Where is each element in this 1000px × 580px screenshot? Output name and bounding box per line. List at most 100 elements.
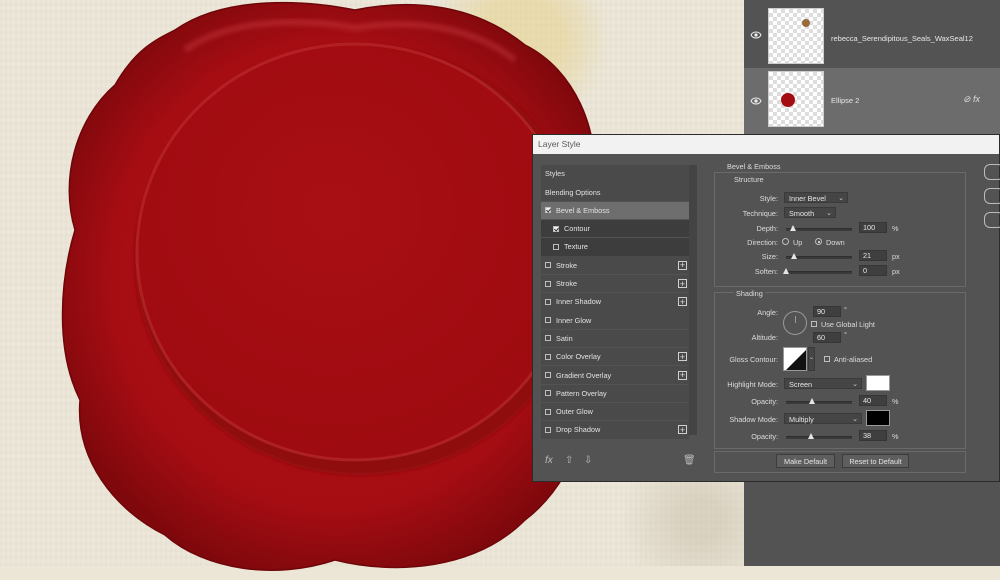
soften-slider-handle[interactable]: [783, 268, 789, 274]
layer-thumbnail: [768, 8, 824, 64]
use-global-light-label: Use Global Light: [821, 320, 875, 329]
size-input[interactable]: 21: [859, 250, 887, 261]
style-item-drop-shadow[interactable]: Drop Shadow +: [541, 421, 689, 439]
highlight-opacity-input[interactable]: 40: [859, 395, 887, 406]
gloss-contour-preview[interactable]: [783, 347, 807, 371]
gloss-contour-dropdown-icon[interactable]: ⌄: [808, 347, 815, 371]
make-default-button[interactable]: Make Default: [776, 454, 835, 468]
angle-input[interactable]: 90: [813, 306, 841, 317]
size-label: Size:: [761, 252, 778, 261]
size-slider-handle[interactable]: [790, 253, 797, 259]
style-item-outer-glow[interactable]: Outer Glow: [541, 402, 689, 421]
style-list-scrollbar[interactable]: [689, 165, 697, 435]
soften-input[interactable]: 0: [859, 265, 887, 276]
depth-input[interactable]: 100: [859, 222, 887, 233]
style-item-label: Texture: [564, 242, 588, 252]
style-checkbox[interactable]: [553, 225, 559, 232]
add-instance-plus-icon[interactable]: +: [678, 352, 687, 362]
shadow-mode-select[interactable]: Multiply ⌄: [784, 413, 862, 424]
style-item-stroke[interactable]: Stroke +: [541, 256, 689, 274]
style-select[interactable]: Inner Bevel ⌄: [784, 192, 848, 203]
layer-name: Ellipse 2: [831, 96, 860, 105]
style-item-label: Blending Options: [545, 187, 601, 197]
style-item-label: Inner Shadow: [556, 297, 602, 307]
layer-row-waxseal[interactable]: rebecca_Serendipitous_Seals_WaxSeal12: [744, 2, 1000, 68]
style-checkbox[interactable]: [545, 353, 551, 360]
anti-aliased-checkbox[interactable]: [824, 356, 830, 362]
add-instance-plus-icon[interactable]: +: [678, 425, 687, 435]
style-item-contour[interactable]: Contour: [541, 219, 689, 238]
shadow-opacity-label: Opacity:: [751, 432, 778, 441]
style-item-color-overlay[interactable]: Color Overlay +: [541, 347, 689, 366]
trash-icon[interactable]: 🗑: [683, 455, 696, 466]
shadow-opacity-input[interactable]: 38: [859, 430, 887, 441]
style-checkbox[interactable]: [545, 262, 551, 269]
style-checkbox[interactable]: [545, 426, 551, 433]
layer-row-ellipse[interactable]: Ellipse 2 ⊘ fx: [744, 68, 1000, 134]
style-checkbox[interactable]: [553, 243, 559, 250]
style-checkbox[interactable]: [545, 280, 551, 287]
style-item-satin[interactable]: Satin: [541, 329, 689, 348]
style-checkbox[interactable]: [545, 317, 551, 324]
direction-up-radio[interactable]: [782, 238, 789, 245]
up-arrow-icon[interactable]: ⇧: [565, 455, 573, 466]
highlight-color-swatch[interactable]: [866, 375, 890, 391]
style-list-toolbar: fx ⇧ ⇩ 🗑: [541, 455, 696, 471]
shadow-opacity-unit: %: [892, 432, 899, 441]
style-checkbox[interactable]: [545, 298, 551, 305]
style-label: Style:: [759, 194, 778, 203]
style-item-bevel-emboss[interactable]: Bevel & Emboss: [541, 201, 689, 220]
shadow-opacity-slider[interactable]: [786, 436, 852, 439]
visibility-eye-icon[interactable]: [750, 29, 762, 41]
style-item-stroke[interactable]: Stroke +: [541, 274, 689, 293]
altitude-input[interactable]: 60: [813, 332, 841, 343]
style-checkbox[interactable]: [545, 390, 551, 397]
style-checkbox[interactable]: [545, 408, 551, 415]
use-global-light-checkbox[interactable]: [811, 321, 817, 327]
depth-slider-handle[interactable]: [789, 225, 796, 231]
style-item-styles[interactable]: Styles: [541, 165, 689, 183]
reset-to-default-button[interactable]: Reset to Default: [842, 454, 909, 468]
style-checkbox[interactable]: [545, 372, 551, 379]
angle-dial[interactable]: [783, 311, 807, 335]
soften-slider[interactable]: [786, 271, 852, 274]
style-item-label: Color Overlay: [556, 352, 601, 362]
add-instance-plus-icon[interactable]: +: [678, 370, 687, 380]
soften-label: Soften:: [754, 267, 778, 276]
style-item-label: Contour: [564, 224, 590, 234]
down-arrow-icon[interactable]: ⇩: [584, 455, 592, 466]
ok-button[interactable]: [984, 164, 1000, 180]
shadow-opacity-slider-handle[interactable]: [808, 433, 815, 439]
cancel-button[interactable]: [984, 188, 1000, 204]
style-item-blending-options[interactable]: Blending Options: [541, 183, 689, 201]
technique-label: Technique:: [742, 209, 778, 218]
section-title: Bevel & Emboss: [727, 162, 781, 171]
style-checkbox[interactable]: [545, 207, 551, 214]
add-instance-plus-icon[interactable]: +: [678, 297, 687, 307]
style-checkbox[interactable]: [545, 335, 551, 342]
direction-down-radio[interactable]: [815, 238, 822, 245]
layer-effects-fx-icon[interactable]: ⊘ fx: [963, 94, 980, 105]
highlight-mode-select[interactable]: Screen ⌄: [784, 378, 862, 389]
style-item-inner-glow[interactable]: Inner Glow: [541, 311, 689, 329]
add-instance-plus-icon[interactable]: +: [678, 260, 687, 270]
depth-slider[interactable]: [786, 228, 852, 231]
highlight-opacity-slider-handle[interactable]: [809, 398, 816, 404]
highlight-opacity-slider[interactable]: [786, 401, 852, 404]
structure-title: Structure: [734, 175, 764, 184]
style-item-pattern-overlay[interactable]: Pattern Overlay: [541, 384, 689, 403]
default-buttons-group: [714, 451, 966, 473]
style-item-texture[interactable]: Texture: [541, 238, 689, 256]
visibility-eye-icon[interactable]: [750, 95, 762, 107]
style-item-inner-shadow[interactable]: Inner Shadow +: [541, 293, 689, 311]
layer-style-dialog: Layer Style Styles Blending Options Bevel …: [532, 134, 1000, 482]
altitude-label: Altitude:: [751, 333, 778, 342]
highlight-opacity-label: Opacity:: [751, 397, 778, 406]
technique-select[interactable]: Smooth ⌄: [784, 207, 836, 218]
style-item-gradient-overlay[interactable]: Gradient Overlay +: [541, 366, 689, 384]
shadow-color-swatch[interactable]: [866, 410, 890, 426]
new-style-button[interactable]: [984, 212, 1000, 228]
fx-icon[interactable]: fx: [545, 455, 553, 466]
add-instance-plus-icon[interactable]: +: [678, 279, 687, 289]
direction-down-label: Down: [826, 238, 845, 247]
